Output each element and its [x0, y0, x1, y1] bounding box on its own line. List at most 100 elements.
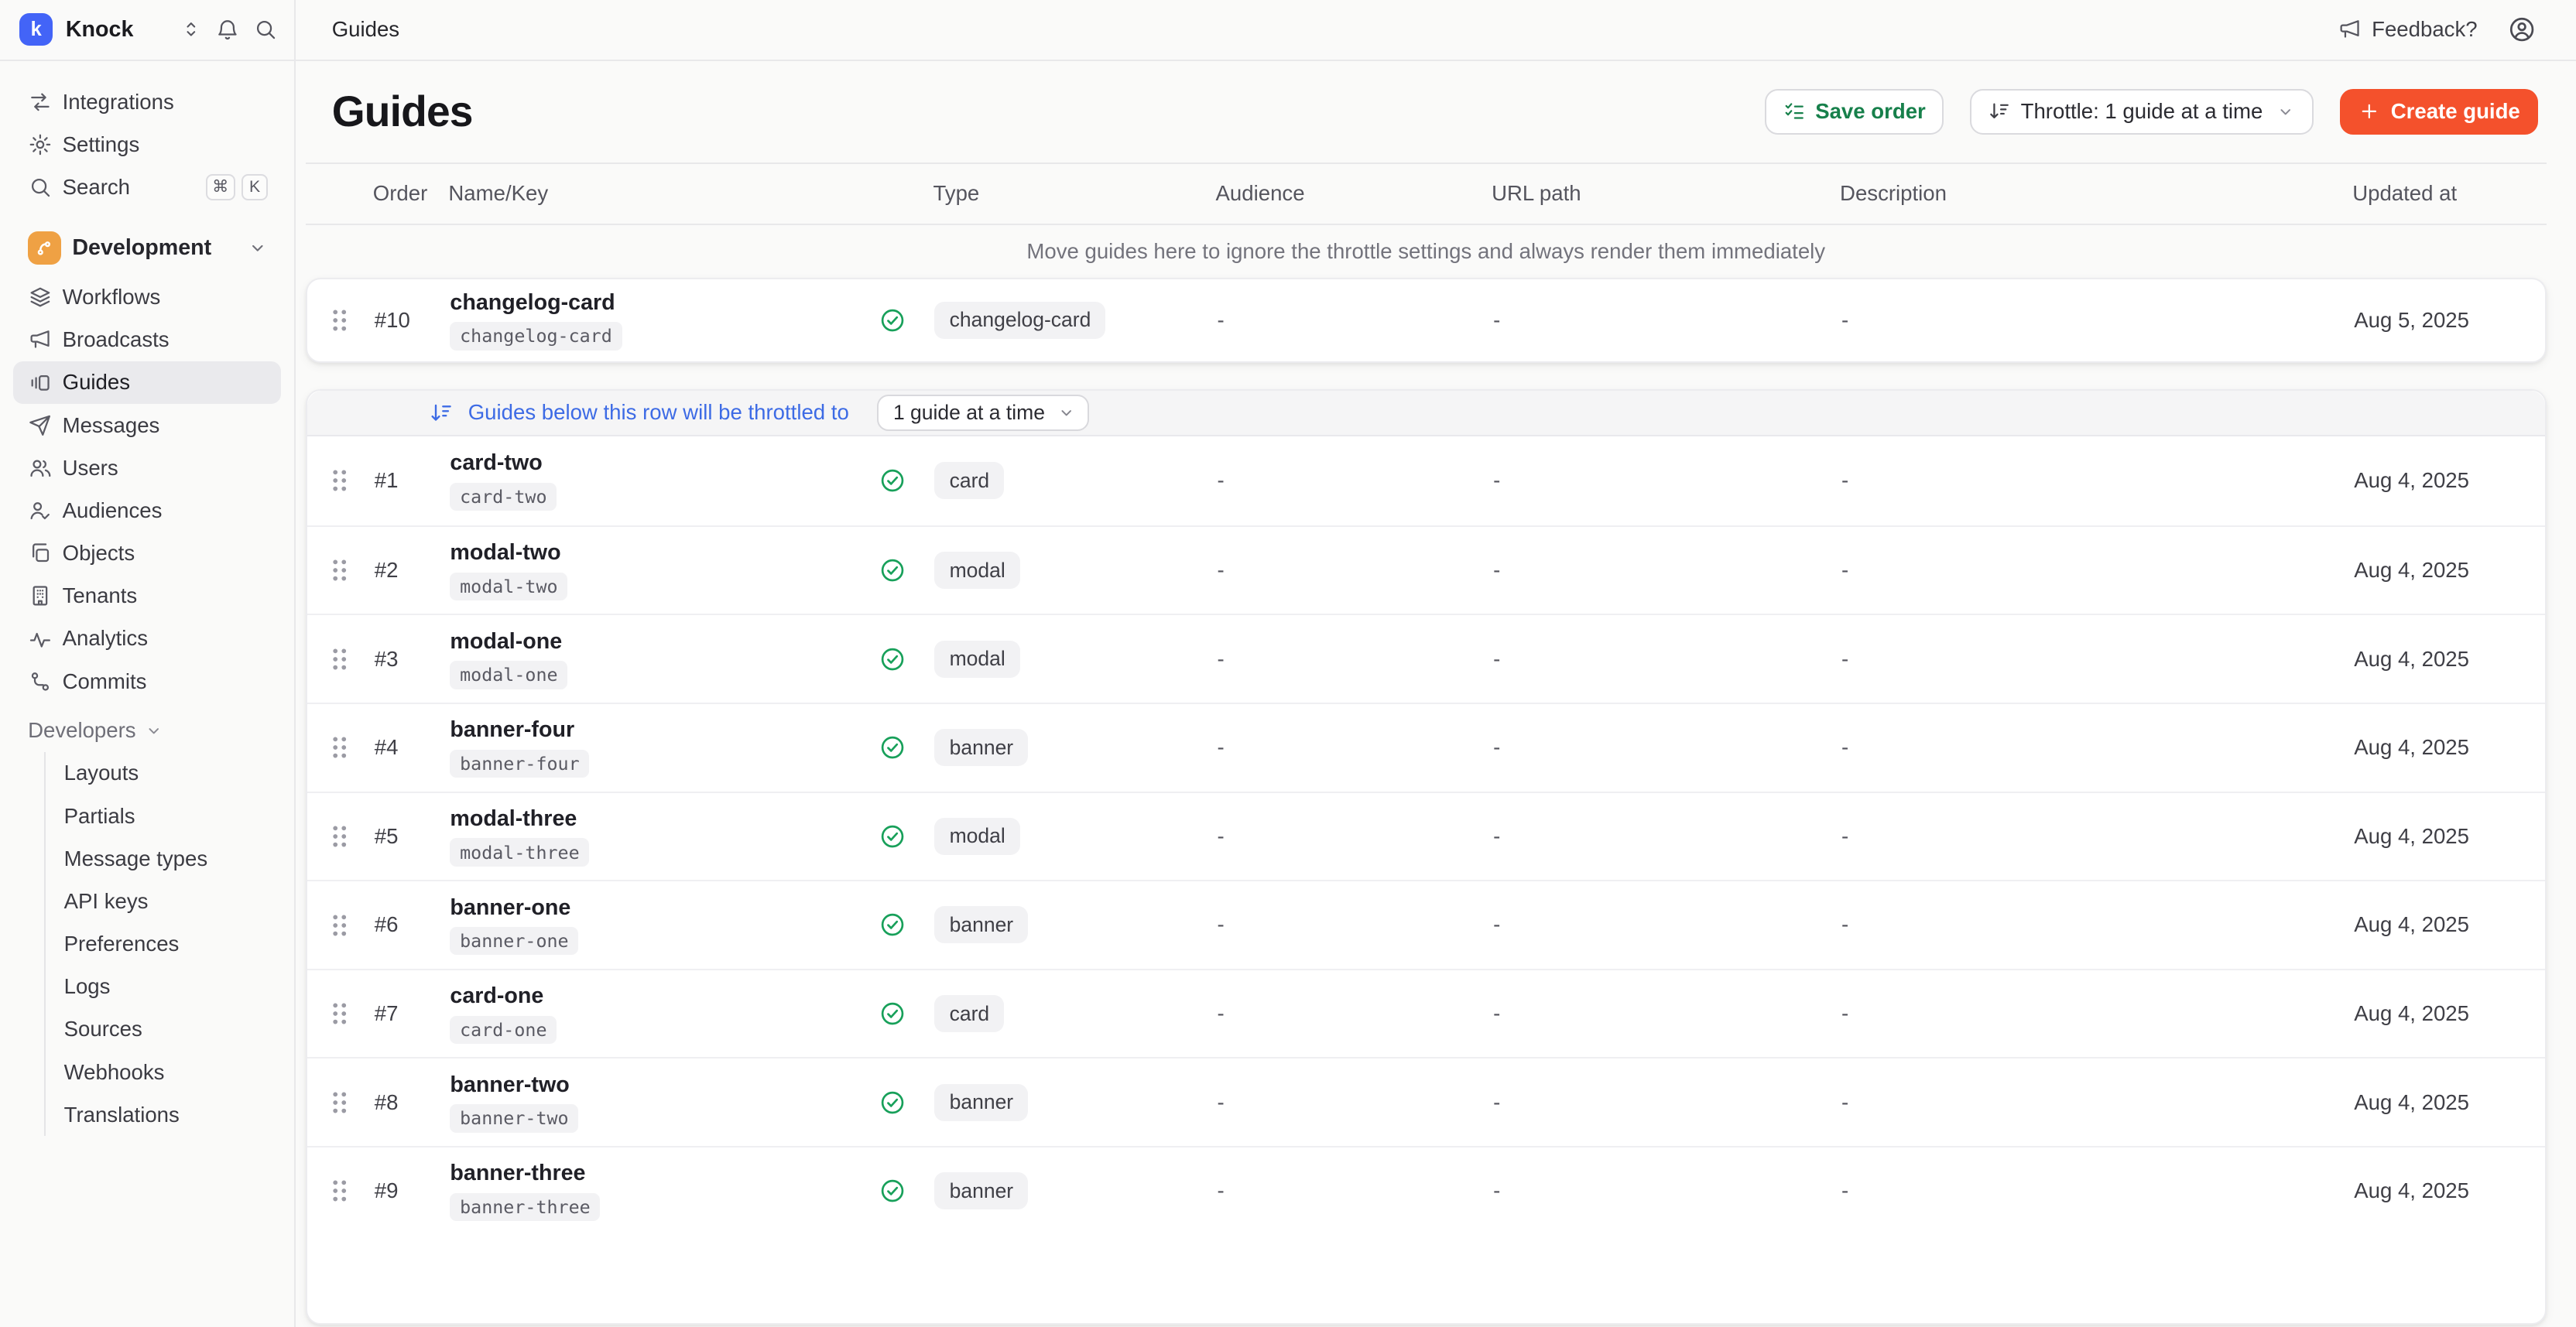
paper-plane-icon: [28, 413, 53, 438]
guide-name[interactable]: modal-two: [450, 540, 560, 566]
guide-row[interactable]: #6 banner-one banner-one banner - - - Au…: [307, 880, 2545, 969]
drag-handle-icon[interactable]: [330, 1089, 349, 1116]
sidebar-subitem[interactable]: Layouts: [46, 752, 281, 795]
developers-section-toggle[interactable]: Developers: [13, 710, 281, 752]
throttle-amount-value: 1 guide at a time: [893, 401, 1045, 425]
sidebar-item-label: Commits: [63, 669, 147, 694]
guide-type-badge: modal: [934, 641, 1019, 678]
sidebar-item-label: Broadcasts: [63, 327, 170, 352]
guide-url-path: -: [1493, 1178, 1841, 1203]
guide-row[interactable]: #10 changelog-card changelog-card change…: [307, 279, 2545, 361]
ignore-throttle-dropzone: Move guides here to ignore the throttle …: [306, 225, 2547, 278]
throttle-amount-select[interactable]: 1 guide at a time: [877, 395, 1089, 431]
guide-name[interactable]: modal-one: [450, 629, 562, 655]
sidebar-subitem[interactable]: Partials: [46, 795, 281, 837]
guide-type-badge: card: [934, 995, 1004, 1032]
sidebar-item-audiences[interactable]: Audiences: [13, 489, 281, 532]
guide-updated-at: Aug 4, 2025: [2354, 468, 2545, 493]
sidebar-item-settings[interactable]: Settings: [13, 123, 281, 166]
drag-handle-icon[interactable]: [330, 823, 349, 850]
sidebar-item-users[interactable]: Users: [13, 446, 281, 489]
user-avatar[interactable]: [2507, 15, 2537, 44]
sidebar-item-label: Messages: [63, 413, 160, 438]
guide-row[interactable]: #3 modal-one modal-one modal - - - Aug 4…: [307, 614, 2545, 703]
drag-handle-icon[interactable]: [330, 557, 349, 583]
drag-handle-icon[interactable]: [330, 646, 349, 672]
sidebar-item-label: Guides: [63, 370, 130, 395]
sidebar-subitem[interactable]: Translations: [46, 1093, 281, 1136]
sidebar-subitem[interactable]: API keys: [46, 880, 281, 922]
sidebar-item-tenants[interactable]: Tenants: [13, 575, 281, 617]
guide-name[interactable]: card-one: [450, 983, 543, 1009]
guide-description: -: [1841, 558, 2354, 583]
environment-switcher[interactable]: Development: [13, 225, 281, 271]
guide-name[interactable]: banner-one: [450, 895, 570, 921]
guide-type-badge: modal: [934, 552, 1019, 589]
guide-audience: -: [1218, 1001, 1494, 1026]
feedback-button[interactable]: Feedback?: [2338, 17, 2478, 42]
guide-row[interactable]: #4 banner-four banner-four banner - - - …: [307, 703, 2545, 792]
guide-description: -: [1841, 308, 2354, 333]
plus-icon: [2358, 100, 2381, 123]
guide-row[interactable]: #9 banner-three banner-three banner - - …: [307, 1146, 2545, 1235]
sidebar-subitem[interactable]: Message types: [46, 837, 281, 880]
guides-table: Order Name/Key Type Audience URL path De…: [306, 162, 2547, 1327]
guide-audience: -: [1218, 308, 1494, 333]
guide-row[interactable]: #8 banner-two banner-two banner - - - Au…: [307, 1057, 2545, 1146]
drag-handle-icon[interactable]: [330, 912, 349, 939]
sidebar-item-objects[interactable]: Objects: [13, 532, 281, 575]
search-icon[interactable]: [253, 17, 278, 42]
sidebar-item-label: Integrations: [63, 90, 174, 115]
sidebar-subitem[interactable]: Webhooks: [46, 1051, 281, 1093]
sidebar-subitem[interactable]: Preferences: [46, 923, 281, 966]
sidebar-item-search[interactable]: Search ⌘ K: [13, 166, 281, 208]
drag-handle-icon[interactable]: [330, 1000, 349, 1027]
guide-audience: -: [1218, 824, 1494, 849]
sidebar-item-analytics[interactable]: Analytics: [13, 617, 281, 660]
integrations-icon: [28, 90, 53, 115]
notifications-bell-icon[interactable]: [215, 17, 240, 42]
sidebar-item-guides[interactable]: Guides: [13, 361, 281, 404]
sidebar-subitem[interactable]: Sources: [46, 1008, 281, 1051]
guide-name[interactable]: modal-three: [450, 806, 577, 832]
megaphone-icon: [28, 327, 53, 352]
user-check-icon: [28, 498, 53, 523]
guide-row[interactable]: #7 card-one card-one card - - - Aug 4, 2…: [307, 969, 2545, 1058]
guide-row[interactable]: #5 modal-three modal-three modal - - - A…: [307, 792, 2545, 881]
copy-icon: [28, 541, 53, 566]
drag-handle-icon[interactable]: [330, 307, 349, 333]
create-guide-button[interactable]: Create guide: [2340, 89, 2538, 135]
sidebar-item-broadcasts[interactable]: Broadcasts: [13, 319, 281, 361]
sidebar-subitem[interactable]: Logs: [46, 966, 281, 1008]
guide-name[interactable]: banner-four: [450, 717, 574, 743]
drag-handle-icon[interactable]: [330, 734, 349, 761]
guide-updated-at: Aug 4, 2025: [2354, 558, 2545, 583]
sort-descending-icon: [1988, 100, 2011, 123]
workspace-switcher-icon[interactable]: [180, 18, 203, 41]
sidebar-item-label: Analytics: [63, 626, 148, 651]
guide-url-path: -: [1493, 824, 1841, 849]
guide-name[interactable]: banner-two: [450, 1072, 569, 1098]
guide-order: #3: [375, 647, 450, 672]
guide-url-path: -: [1493, 735, 1841, 760]
save-order-button[interactable]: Save order: [1765, 89, 1944, 135]
guide-row[interactable]: #1 card-two card-two card - - - Aug 4, 2…: [307, 436, 2545, 525]
guide-type-badge: modal: [934, 818, 1019, 855]
guide-url-path: -: [1493, 647, 1841, 672]
create-guide-label: Create guide: [2391, 99, 2520, 124]
chevron-down-icon: [1057, 403, 1076, 422]
guide-row[interactable]: #2 modal-two modal-two modal - - - Aug 4…: [307, 525, 2545, 614]
knock-logo: k: [19, 13, 52, 46]
throttle-settings-button[interactable]: Throttle: 1 guide at a time: [1970, 89, 2314, 135]
guide-type-badge: changelog-card: [934, 302, 1105, 339]
sidebar-item-integrations[interactable]: Integrations: [13, 80, 281, 123]
drag-handle-icon[interactable]: [330, 467, 349, 494]
guide-name[interactable]: banner-three: [450, 1161, 585, 1186]
sidebar-item-messages[interactable]: Messages: [13, 404, 281, 446]
guide-name[interactable]: changelog-card: [450, 290, 615, 316]
sidebar-item-workflows[interactable]: Workflows: [13, 276, 281, 319]
guide-order: #9: [375, 1178, 450, 1203]
guide-name[interactable]: card-two: [450, 450, 542, 476]
sidebar-item-commits[interactable]: Commits: [13, 660, 281, 703]
drag-handle-icon[interactable]: [330, 1178, 349, 1204]
